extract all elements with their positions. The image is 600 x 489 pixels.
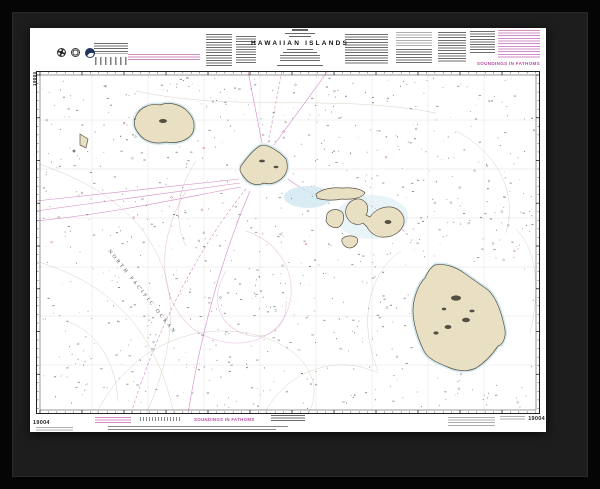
title-notes-block — [280, 55, 320, 63]
notes-column-right-a — [438, 32, 466, 62]
chart-map: NORTH PACIFIC OCEAN — [36, 71, 540, 414]
center-notes-block — [271, 415, 305, 423]
island-lanai — [326, 210, 344, 228]
island-niihau — [80, 134, 88, 148]
title-footer-line — [277, 65, 323, 66]
compass-seal-icon — [57, 48, 66, 57]
credit-lines-left — [36, 427, 73, 431]
chart-bottom-margin: 19004 SOUNDINGS IN FATHOMS 19004 — [30, 414, 546, 432]
title-block-line1 — [285, 33, 315, 34]
island-kahoolawe — [342, 236, 358, 248]
notes-block-mid-top — [396, 32, 432, 46]
projection-line — [287, 49, 313, 50]
edition-notes-block — [94, 43, 128, 54]
island-hawaii — [413, 264, 505, 370]
chart-paper: HAWAIIAN ISLANDS SOUNDINGS IN FATHOMS 19… — [30, 28, 546, 432]
notes-column-right-b — [470, 31, 495, 54]
ocean-label: NORTH PACIFIC OCEAN — [106, 249, 177, 336]
fine-print-line-1 — [108, 426, 288, 427]
magenta-notes-top — [498, 30, 540, 44]
islands-layer — [73, 103, 505, 370]
picture-frame: HAWAIIAN ISLANDS SOUNDINGS IN FATHOMS 19… — [0, 0, 600, 489]
conversion-symbols-block — [95, 57, 127, 65]
soundings-note-top: SOUNDINGS IN FATHOMS — [477, 61, 540, 66]
title-block: HAWAIIAN ISLANDS — [260, 29, 340, 66]
scale-line — [283, 52, 317, 53]
chart-number-bottom-left: 19004 — [33, 420, 50, 426]
title-block-topmark — [292, 29, 308, 31]
magenta-note-bottom-left — [95, 417, 131, 424]
notes-block-mid-bottom — [396, 49, 432, 63]
department-seal-icon — [71, 48, 80, 57]
chart-title: HAWAIIAN ISLANDS — [251, 40, 349, 47]
fine-print-line-2 — [108, 429, 276, 430]
notes-block-bottom-right — [448, 417, 495, 427]
magenta-caution-strip — [128, 54, 200, 62]
scale-bracket-note — [140, 417, 180, 421]
chart-top-margin: HAWAIIAN ISLANDS SOUNDINGS IN FATHOMS — [30, 28, 546, 71]
notes-column-a — [206, 34, 232, 66]
chart-number-bottom-right: 19004 — [528, 416, 545, 422]
title-block-line2 — [289, 36, 311, 37]
island-kauai — [134, 103, 194, 143]
soundings-note-bottom: SOUNDINGS IN FATHOMS — [194, 417, 255, 422]
magenta-notes-bottom — [498, 46, 540, 59]
abbreviation-tables-block — [345, 34, 388, 64]
island-kaula — [73, 150, 75, 152]
publisher-note — [500, 416, 525, 421]
